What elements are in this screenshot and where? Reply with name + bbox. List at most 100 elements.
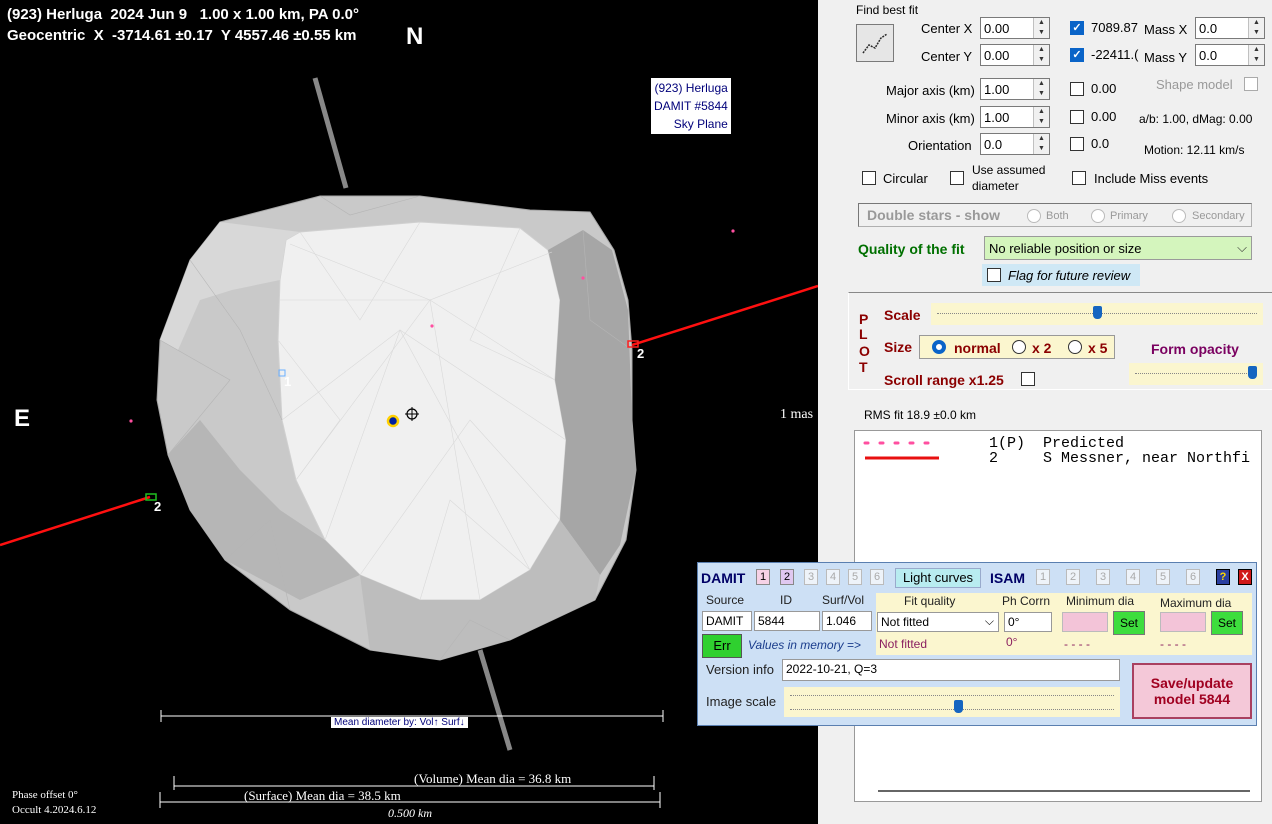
flag-review-group: Flag for future review [982, 264, 1140, 286]
minor-axis-input[interactable]: 1.00 ▲ ▼ [980, 106, 1050, 128]
max-dia-label: Maximum dia [1160, 596, 1232, 610]
mass-y-spinner[interactable]: ▲ ▼ [1248, 45, 1264, 65]
damit-model-1[interactable]: 1 [756, 569, 770, 585]
center-y-label: Center Y [921, 49, 973, 64]
double-stars-secondary-radio[interactable] [1172, 209, 1186, 223]
size-label: Size [884, 339, 913, 355]
help-button[interactable]: ? [1216, 569, 1230, 585]
min-dia-set-button[interactable]: Set [1113, 611, 1145, 635]
double-stars-primary-radio[interactable] [1091, 209, 1105, 223]
damit-model-6[interactable]: 6 [870, 569, 884, 585]
damit-model-3[interactable]: 3 [804, 569, 818, 585]
center-x-fit-checkbox[interactable]: ✓ [1070, 21, 1084, 35]
isam-model-1[interactable]: 1 [1036, 569, 1050, 585]
include-miss-checkbox[interactable] [1072, 171, 1086, 185]
chevron-down-icon: ⌵ [984, 614, 994, 628]
chord-2-left [0, 495, 151, 547]
fit-quality-label: Fit quality [904, 594, 956, 608]
version-info-label: Version info [706, 662, 774, 677]
plot-letter-t: T [859, 359, 868, 375]
mass-x-input[interactable]: 0.0 ▲ ▼ [1195, 17, 1265, 39]
size-normal-label: normal [954, 340, 1001, 356]
center-x-fit-value: 7089.87 [1091, 20, 1138, 35]
center-y-spinner[interactable]: ▲ ▼ [1033, 45, 1049, 65]
orientation-fit-value: 0.0 [1091, 136, 1110, 151]
chord-label-2-right: 2 [637, 346, 645, 361]
occult-version-label: Occult 4.2024.6.12 [12, 804, 97, 816]
orientation-spinner[interactable]: ▲ ▼ [1033, 134, 1049, 154]
size-x5-radio[interactable] [1068, 340, 1082, 354]
damit-model-2[interactable]: 2 [780, 569, 794, 585]
major-axis-input[interactable]: 1.00 ▲ ▼ [980, 78, 1050, 100]
id-label: ID [780, 593, 792, 607]
form-opacity-slider[interactable] [1129, 363, 1263, 385]
compass-north-label: N [406, 23, 424, 50]
shape-model-checkbox[interactable] [1244, 77, 1258, 91]
quality-of-fit-select[interactable]: No reliable position or size ⌵ [984, 236, 1252, 260]
isam-model-2[interactable]: 2 [1066, 569, 1080, 585]
minor-axis-fit-checkbox[interactable] [1070, 110, 1084, 124]
center-x-input[interactable]: 0.00 ▲ ▼ [980, 17, 1050, 39]
mean-diameter-toggle[interactable]: Mean diameter by: Vol↑ Surf↓ [331, 717, 468, 728]
occultation-plot[interactable]: (923) Herluga 2024 Jun 9 1.00 x 1.00 km,… [0, 0, 818, 824]
legend-horizontal-scrollbar[interactable] [878, 790, 1250, 792]
close-button[interactable]: X [1238, 569, 1252, 585]
isam-model-6[interactable]: 6 [1186, 569, 1200, 585]
center-y-input[interactable]: 0.00 ▲ ▼ [980, 44, 1050, 66]
id-value: 5844 [754, 611, 820, 631]
major-axis-label: Major axis (km) [886, 83, 975, 98]
major-axis-fit-checkbox[interactable] [1070, 82, 1084, 96]
info-asteroid: (923) Herluga [654, 81, 728, 95]
size-x2-radio[interactable] [1012, 340, 1026, 354]
scroll-range-checkbox[interactable] [1021, 372, 1035, 386]
center-x-spinner[interactable]: ▲ ▼ [1033, 18, 1049, 38]
save-update-model-button[interactable]: Save/update model 5844 [1132, 663, 1252, 719]
center-y-fit-checkbox[interactable]: ✓ [1070, 48, 1084, 62]
scale-slider-thumb[interactable] [1092, 306, 1102, 319]
isam-model-5[interactable]: 5 [1156, 569, 1170, 585]
primary-label: Primary [1110, 210, 1148, 222]
damit-model-4[interactable]: 4 [826, 569, 840, 585]
mass-x-spinner[interactable]: ▲ ▼ [1248, 18, 1264, 38]
major-axis-spinner[interactable]: ▲ ▼ [1033, 79, 1049, 99]
min-dia-input[interactable] [1062, 612, 1108, 632]
isam-model-4[interactable]: 4 [1126, 569, 1140, 585]
secondary-label: Secondary [1192, 210, 1245, 222]
plot-letter-o: O [859, 343, 870, 359]
min-dia-memory: - - - - [1064, 637, 1090, 651]
model-info-box: (923) Herluga DAMIT #5844 Sky Plane [651, 78, 731, 134]
center-y-fit-value: -22411.( [1091, 47, 1139, 62]
image-scale-slider[interactable] [784, 687, 1120, 717]
orientation-input[interactable]: 0.0 ▲ ▼ [980, 133, 1050, 155]
orientation-fit-checkbox[interactable] [1070, 137, 1084, 151]
circular-checkbox[interactable] [862, 171, 876, 185]
scale-slider[interactable] [931, 303, 1263, 325]
plot-header-title: (923) Herluga 2024 Jun 9 1.00 x 1.00 km,… [7, 6, 360, 23]
ph-corrn-label: Ph Corrn [1002, 594, 1051, 608]
max-dia-input[interactable] [1160, 612, 1206, 632]
ab-dmag-label: a/b: 1.00, dMag: 0.00 [1139, 112, 1253, 126]
fit-quality-select[interactable]: Not fitted ⌵ [877, 612, 999, 632]
orientation-label: Orientation [908, 138, 972, 153]
damit-model-5[interactable]: 5 [848, 569, 862, 585]
mass-y-input[interactable]: 0.0 ▲ ▼ [1195, 44, 1265, 66]
find-best-fit-button[interactable] [856, 24, 894, 62]
image-scale-slider-thumb[interactable] [953, 700, 963, 713]
size-normal-radio[interactable] [932, 340, 946, 354]
max-dia-set-button[interactable]: Set [1211, 611, 1243, 635]
legend-name-2: S Messner, near Northfi [1043, 450, 1251, 467]
light-curves-button[interactable]: Light curves [895, 568, 981, 588]
use-assumed-diameter-checkbox[interactable] [950, 171, 964, 185]
isam-model-3[interactable]: 3 [1096, 569, 1110, 585]
use-assumed-label-1: Use assumed [972, 163, 1046, 177]
ph-corrn-input[interactable]: 0° [1004, 612, 1052, 632]
chord-label-2-left: 2 [154, 499, 162, 514]
legend-line-samples [863, 441, 941, 460]
damit-title: DAMIT [701, 570, 746, 586]
double-stars-both-radio[interactable] [1027, 209, 1041, 223]
flag-review-checkbox[interactable] [987, 268, 1001, 282]
minor-axis-spinner[interactable]: ▲ ▼ [1033, 107, 1049, 127]
form-opacity-slider-thumb[interactable] [1248, 366, 1257, 379]
scale-label: Scale [884, 307, 921, 323]
err-button[interactable]: Err [702, 634, 742, 658]
